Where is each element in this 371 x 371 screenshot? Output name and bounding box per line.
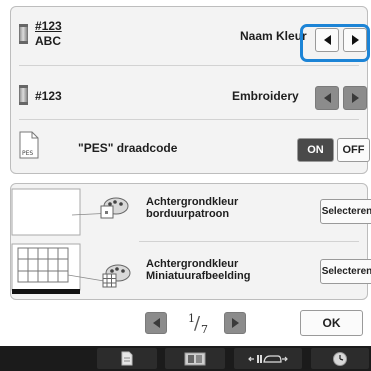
page-slash: / [194, 313, 201, 334]
color-name-text: ABC [35, 34, 61, 48]
bottom-toolbar [0, 346, 371, 371]
thumbnail-bg-label-2: Miniatuurafbeelding [146, 270, 251, 282]
page-icon [121, 351, 133, 366]
pattern-bg-label-2: borduurpatroon [146, 208, 230, 220]
pattern-bg-label-1: Achtergrondkleur [146, 196, 239, 208]
thumbnail-bg-select-button[interactable]: Selecteren [320, 259, 371, 284]
divider [19, 65, 359, 66]
page-next-button[interactable] [224, 312, 246, 334]
pes-thread-code-label: "PES" draadcode [78, 141, 178, 155]
thread-code-text: #123 [35, 89, 62, 103]
clock-icon [333, 351, 347, 366]
thread-number-row: #123 Embroidery [11, 67, 367, 121]
machine-presser-icon [248, 354, 288, 363]
arrow-left-icon [323, 93, 331, 103]
presser-foot-button[interactable] [234, 348, 302, 369]
arrow-right-icon [351, 93, 359, 103]
page-indicator: 1 / 7 [185, 311, 215, 337]
thread-brand-label: Embroidery [232, 89, 299, 103]
pes-off-toggle[interactable]: OFF [337, 138, 370, 162]
embroidery-pattern-preview-icon [11, 188, 129, 236]
thread-brand-next-button[interactable] [343, 86, 367, 110]
thumbnail-bg-label-1: Achtergrondkleur [146, 258, 239, 270]
thread-spool-icon [19, 24, 28, 44]
thumbnail-background-row: Achtergrondkleur Miniatuurafbeelding Sel… [11, 242, 371, 300]
settings-screen: #123 ABC Naam Kleur #123 Embroidery PES … [0, 0, 371, 371]
arrow-right-icon [231, 318, 239, 328]
page-total: 7 [201, 323, 208, 336]
pattern-background-row: Achtergrondkleur borduurpatroon Selecter… [11, 184, 371, 240]
ok-button[interactable]: OK [300, 310, 363, 336]
background-color-panel: Achtergrondkleur borduurpatroon Selecter… [10, 183, 371, 300]
pes-file-label: PES [22, 150, 33, 157]
image-preview-icon [184, 352, 206, 365]
color-name-label: Naam Kleur [240, 29, 307, 43]
thread-brand-prev-button[interactable] [315, 86, 339, 110]
clock-button[interactable] [311, 348, 369, 369]
page-prev-button[interactable] [145, 312, 167, 334]
selection-highlight [300, 24, 370, 62]
divider [19, 119, 359, 120]
page-button[interactable] [97, 348, 157, 369]
thumbnail-grid-icon [11, 243, 131, 294]
image-preview-button[interactable] [165, 348, 225, 369]
arrow-left-icon [152, 318, 160, 328]
pes-file-icon: PES [19, 131, 39, 159]
pes-thread-code-row: PES "PES" draadcode ON OFF [11, 121, 370, 175]
color-code-text: #123 [35, 19, 62, 33]
thread-spool-icon [19, 85, 28, 105]
pattern-bg-select-button[interactable]: Selecteren [320, 199, 371, 224]
pes-on-toggle[interactable]: ON [297, 138, 334, 162]
